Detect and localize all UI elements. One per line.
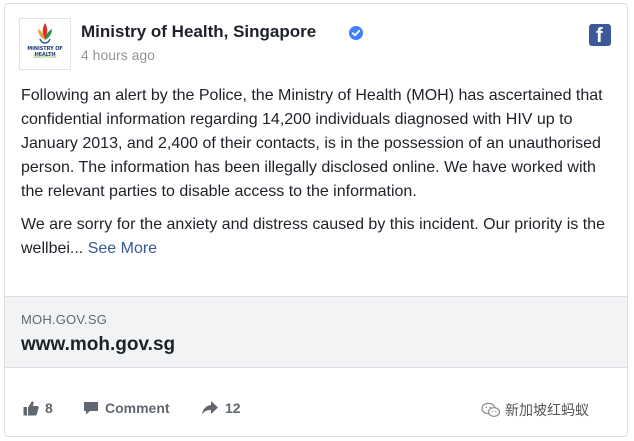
post-paragraph-1: Following an alert by the Police, the Mi…	[21, 87, 603, 200]
like-button[interactable]: 8	[23, 400, 53, 416]
comment-button[interactable]: Comment	[83, 400, 170, 416]
facebook-icon[interactable]: f	[589, 24, 611, 47]
post-body: Following an alert by the Police, the Mi…	[21, 84, 617, 270]
share-count: 12	[225, 400, 241, 416]
post-paragraph-2: We are sorry for the anxiety and distres…	[21, 213, 617, 261]
post-card: MINISTRY OF HEALTH SINGAPORE Ministry of…	[4, 3, 628, 437]
link-title[interactable]: www.moh.gov.sg	[21, 334, 175, 356]
link-domain: MOH.GOV.SG	[21, 312, 108, 327]
wechat-icon	[481, 402, 501, 417]
verified-badge-icon	[349, 26, 363, 40]
post-header: MINISTRY OF HEALTH SINGAPORE Ministry of…	[19, 18, 615, 70]
comment-label: Comment	[105, 400, 170, 416]
avatar-logo-sub: SINGAPORE	[33, 54, 57, 59]
post-actions-bar: 8 Comment 12 新加坡红蚂蚁	[5, 368, 627, 436]
see-more-link[interactable]: See More	[88, 240, 157, 257]
wechat-watermark: 新加坡红蚂蚁	[481, 400, 589, 420]
thumbs-up-icon	[23, 401, 39, 416]
post-timestamp[interactable]: 4 hours ago	[81, 47, 155, 63]
share-arrow-icon	[202, 401, 218, 415]
moh-logo-icon	[38, 23, 52, 44]
comment-icon	[84, 402, 98, 415]
watermark-text: 新加坡红蚂蚁	[505, 403, 589, 419]
share-button[interactable]: 12	[201, 400, 241, 416]
page-avatar[interactable]: MINISTRY OF HEALTH SINGAPORE	[19, 18, 71, 70]
page-name-link[interactable]: Ministry of Health, Singapore	[81, 22, 316, 42]
link-preview[interactable]: MOH.GOV.SG www.moh.gov.sg	[5, 296, 627, 368]
like-count: 8	[45, 400, 53, 416]
